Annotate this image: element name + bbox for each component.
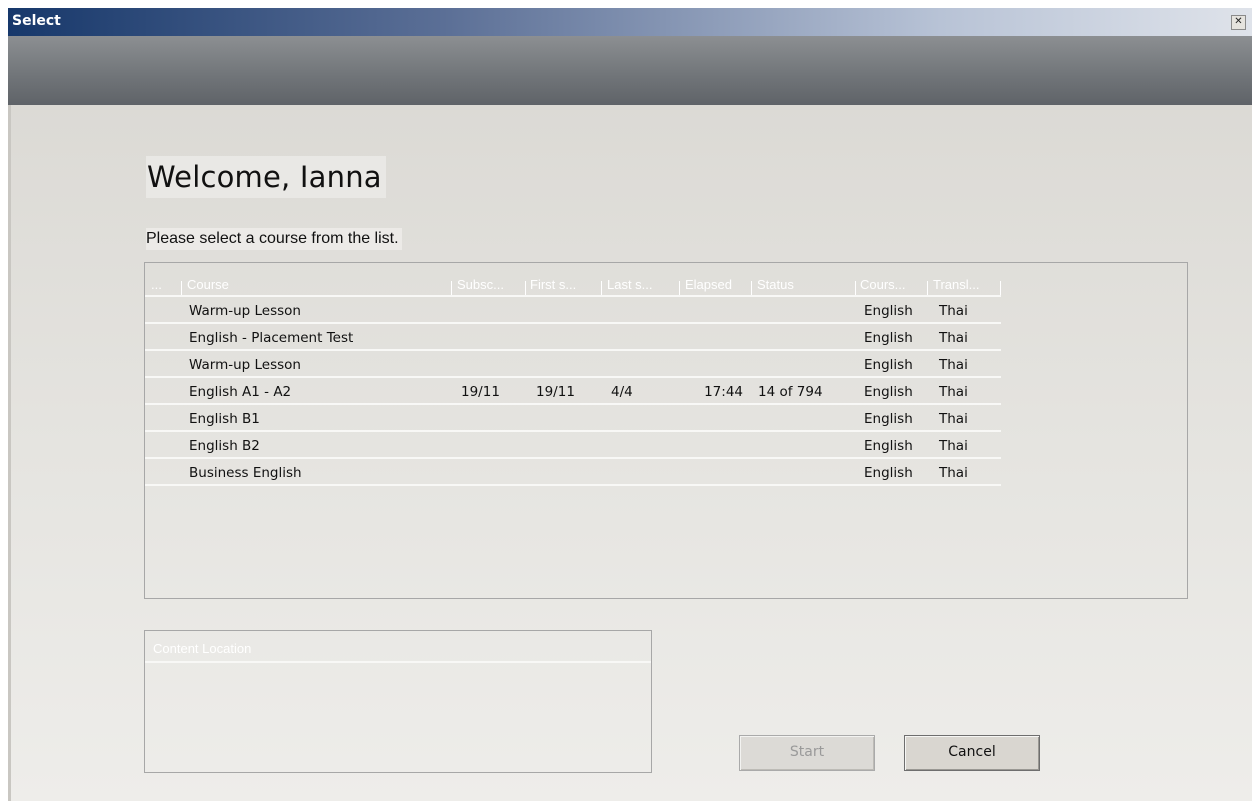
column-divider[interactable] xyxy=(1000,281,1001,295)
table-row[interactable]: Warm-up Lesson English Thai xyxy=(145,295,1001,324)
cell-course: Warm-up Lesson xyxy=(189,357,301,373)
welcome-heading: Welcome, Ianna xyxy=(146,156,386,198)
cell-course: English - Placement Test xyxy=(189,330,354,346)
course-list[interactable]: ... Course Subsc... First s... Last s...… xyxy=(144,262,1188,599)
cell-elapsed: 17:44 xyxy=(704,384,743,400)
column-header-subscribed[interactable]: Subsc... xyxy=(457,277,519,292)
table-row[interactable]: Business English English Thai xyxy=(145,457,1001,486)
cell-translation: Thai xyxy=(939,438,968,454)
table-row[interactable]: English - Placement Test English Thai xyxy=(145,322,1001,351)
column-divider[interactable] xyxy=(181,281,182,295)
column-header-first-start[interactable]: First s... xyxy=(530,277,598,292)
column-header-index[interactable]: ... xyxy=(151,277,177,292)
column-divider[interactable] xyxy=(855,281,856,295)
content-location-header-divider xyxy=(145,661,651,663)
cell-course-language: English xyxy=(864,357,913,373)
cancel-button[interactable]: Cancel xyxy=(904,735,1040,771)
title-bar[interactable]: Select ✕ xyxy=(8,8,1252,36)
content-location-list[interactable]: Content Location xyxy=(144,630,652,773)
cell-course-language: English xyxy=(864,465,913,481)
cell-course: Warm-up Lesson xyxy=(189,303,301,319)
column-header-status[interactable]: Status xyxy=(757,277,853,292)
select-window: Select ✕ Welcome, Ianna Please select a … xyxy=(8,8,1252,801)
table-row[interactable]: English B1 English Thai xyxy=(145,403,1001,432)
cell-course-language: English xyxy=(864,303,913,319)
content-location-header[interactable]: Content Location xyxy=(153,641,251,656)
window-left-edge xyxy=(8,105,11,801)
cell-course: English B2 xyxy=(189,438,260,454)
cell-translation: Thai xyxy=(939,465,968,481)
column-divider[interactable] xyxy=(601,281,602,295)
column-header-last-start[interactable]: Last s... xyxy=(607,277,675,292)
table-row[interactable]: English B2 English Thai xyxy=(145,430,1001,459)
cell-course: Business English xyxy=(189,465,302,481)
cell-course-language: English xyxy=(864,330,913,346)
window-title: Select xyxy=(12,13,61,29)
cell-translation: Thai xyxy=(939,303,968,319)
close-icon[interactable]: ✕ xyxy=(1231,15,1246,30)
table-row[interactable]: Warm-up Lesson English Thai xyxy=(145,349,1001,378)
cell-translation: Thai xyxy=(939,330,968,346)
start-button[interactable]: Start xyxy=(739,735,875,771)
column-header-course-language[interactable]: Cours... xyxy=(860,277,920,292)
cell-translation: Thai xyxy=(939,411,968,427)
table-row[interactable]: English A1 - A2 19/11 19/11 4/4 17:44 14… xyxy=(145,376,1001,405)
list-bottom-divider xyxy=(145,484,1001,486)
cell-subscribed: 19/11 xyxy=(461,384,500,400)
column-divider[interactable] xyxy=(679,281,680,295)
column-header-translation[interactable]: Transl... xyxy=(933,277,997,292)
column-divider[interactable] xyxy=(927,281,928,295)
cell-last-start: 4/4 xyxy=(611,384,633,400)
column-divider[interactable] xyxy=(451,281,452,295)
cell-course-language: English xyxy=(864,438,913,454)
cell-course-language: English xyxy=(864,411,913,427)
cell-first-start: 19/11 xyxy=(536,384,575,400)
course-list-header: ... Course Subsc... First s... Last s...… xyxy=(145,263,1187,296)
cell-course: English A1 - A2 xyxy=(189,384,292,400)
cell-translation: Thai xyxy=(939,384,968,400)
select-course-prompt: Please select a course from the list. xyxy=(146,228,402,250)
column-header-course[interactable]: Course xyxy=(187,277,437,292)
column-divider[interactable] xyxy=(751,281,752,295)
cell-status: 14 of 794 xyxy=(758,384,823,400)
column-header-elapsed[interactable]: Elapsed xyxy=(685,277,747,292)
cell-translation: Thai xyxy=(939,357,968,373)
cell-course: English B1 xyxy=(189,411,260,427)
header-banner xyxy=(8,36,1252,105)
cell-course-language: English xyxy=(864,384,913,400)
column-divider[interactable] xyxy=(525,281,526,295)
